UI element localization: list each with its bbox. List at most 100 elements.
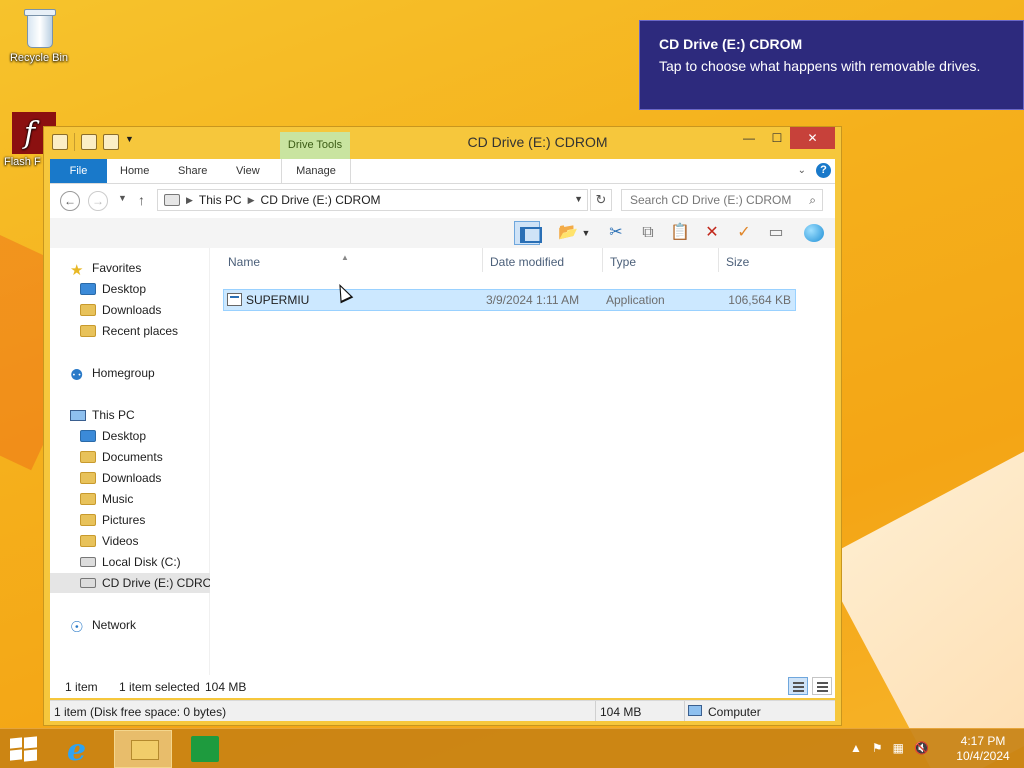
folder-options-icon[interactable]: 📂 [555,221,581,245]
network-tray-icon[interactable]: ▦ [893,741,904,755]
search-icon[interactable]: ⌕ [809,190,816,210]
store-icon[interactable] [176,730,234,768]
network-icon [70,618,86,632]
nav-homegroup[interactable]: Homegroup [70,363,155,383]
column-date-modified[interactable]: Date modified [483,248,603,272]
nav-label: This PC [92,408,135,422]
copy-icon[interactable]: ⧉ [635,221,661,245]
nav-fav-downloads[interactable]: Downloads [80,300,161,320]
hard-disk-icon [80,557,96,567]
column-type[interactable]: Type [603,248,719,272]
computer-icon [688,705,702,716]
chevron-down-icon[interactable]: ▼ [580,221,592,245]
selection-count: 1 item selected [119,680,200,694]
breadcrumb-cd-drive[interactable]: CD Drive (E:) CDROM [261,193,381,207]
cut-icon[interactable]: ✂ [603,221,629,245]
checkmark-icon[interactable]: ✓ [731,221,757,245]
clock[interactable]: 4:17 PM 10/4/2024 [952,734,1014,764]
nav-pc-local-disk[interactable]: Local Disk (C:) [80,552,181,572]
nav-network[interactable]: Network [70,615,136,635]
large-icons-view-button[interactable] [812,677,832,695]
tab-home[interactable]: Home [109,159,160,183]
delete-icon[interactable]: ✕ [699,221,725,245]
column-size[interactable]: Size [719,248,799,272]
nav-this-pc[interactable]: This PC [70,405,135,425]
close-button[interactable]: ✕ [790,127,835,149]
nav-label: Desktop [102,282,147,296]
help-icon[interactable]: ? [816,163,831,178]
nav-label: Videos [102,534,139,548]
breadcrumb-chevron-icon[interactable]: ▶ [248,195,255,206]
file-row[interactable]: SUPERMIU 3/9/2024 1:11 AM Application 10… [223,289,796,311]
address-bar-row: ← → ▼ ↑ ▶ This PC ▶ CD Drive (E:) CDROM … [50,184,835,218]
recent-locations-chevron-icon[interactable]: ▼ [118,193,127,203]
paste-icon[interactable]: 📋 [667,221,693,245]
nav-pc-cd-drive[interactable]: CD Drive (E:) CDROM [50,573,210,593]
minimize-button[interactable]: — [734,127,764,149]
file-size: 106,564 KB [728,293,791,307]
info-location: Computer [708,705,761,719]
nav-label: Music [102,492,134,506]
file-explorer-icon[interactable] [114,730,172,768]
nav-fav-recent-places[interactable]: Recent places [80,321,178,341]
search-input[interactable]: Search CD Drive (E:) CDROM ⌕ [621,189,823,211]
forward-button[interactable]: → [88,191,108,211]
nav-pc-desktop[interactable]: Desktop [80,426,146,446]
back-button[interactable]: ← [60,191,80,211]
title-bar[interactable]: ▼ Drive Tools CD Drive (E:) CDROM — ☐ ✕ [44,127,841,159]
layout-icon[interactable] [514,221,542,245]
nav-label: Homegroup [92,366,155,380]
breadcrumb-chevron-icon[interactable]: ▶ [186,195,193,206]
nav-pc-pictures[interactable]: Pictures [80,510,145,530]
autoplay-notification[interactable]: CD Drive (E:) CDROM Tap to choose what h… [639,20,1024,110]
details-view-button[interactable] [788,677,808,695]
nav-label: Documents [102,450,163,464]
address-dropdown-icon[interactable]: ▼ [574,194,583,204]
chevron-down-icon[interactable]: ▼ [125,134,135,150]
file-list: ▲ Name Date modified Type Size SUPERMIU … [221,248,835,698]
nav-fav-desktop[interactable]: Desktop [80,279,146,299]
new-folder-icon[interactable] [81,134,97,150]
music-folder-icon [80,493,96,505]
address-input[interactable]: ▶ This PC ▶ CD Drive (E:) CDROM ▼ [157,189,588,211]
up-button[interactable]: ↑ [138,192,145,208]
tab-view[interactable]: View [225,159,271,183]
volume-muted-icon[interactable]: 🔇 [914,741,929,755]
nav-label: Local Disk (C:) [102,555,181,569]
tab-file[interactable]: File [50,159,107,183]
file-date: 3/9/2024 1:11 AM [486,293,580,307]
breadcrumb-this-pc[interactable]: This PC [199,193,242,207]
nav-label: Downloads [102,303,162,317]
expand-ribbon-icon[interactable]: ⌄ [798,165,806,176]
nav-pc-documents[interactable]: Documents [80,447,163,467]
application-icon [227,293,242,306]
nav-pc-videos[interactable]: Videos [80,531,138,551]
star-icon [70,261,86,275]
nav-favorites[interactable]: Favorites [70,258,141,278]
clock-date: 10/4/2024 [956,749,1010,763]
show-hidden-icons-icon[interactable]: ▲ [850,741,862,755]
properties-icon[interactable] [52,134,68,150]
content-area: Favorites Desktop Downloads Recent place… [50,248,835,698]
globe-icon[interactable] [801,221,827,245]
nav-label: Recent places [102,324,179,338]
maximize-button[interactable]: ☐ [762,127,792,149]
clock-time: 4:17 PM [960,734,1006,748]
undo-icon[interactable] [103,134,119,150]
desktop-icon-recycle-bin[interactable]: Recycle Bin [3,6,75,64]
rename-icon[interactable]: ▭ [763,221,789,245]
pictures-folder-icon [80,514,96,526]
nav-pc-music[interactable]: Music [80,489,133,509]
tab-share[interactable]: Share [167,159,218,183]
nav-pc-downloads[interactable]: Downloads [80,468,161,488]
internet-explorer-icon[interactable]: e [52,730,110,768]
action-center-flag-icon[interactable]: ⚑ [872,741,883,755]
downloads-folder-icon [80,472,96,484]
disk-free-space: 1 item (Disk free space: 0 bytes) [54,705,227,719]
tab-manage[interactable]: Manage [281,159,351,183]
start-button[interactable] [10,736,38,762]
column-name[interactable]: ▲ Name [221,248,483,272]
desktop-folder-icon [80,283,96,295]
refresh-button[interactable]: ↻ [590,189,612,211]
file-type: Application [606,293,665,307]
